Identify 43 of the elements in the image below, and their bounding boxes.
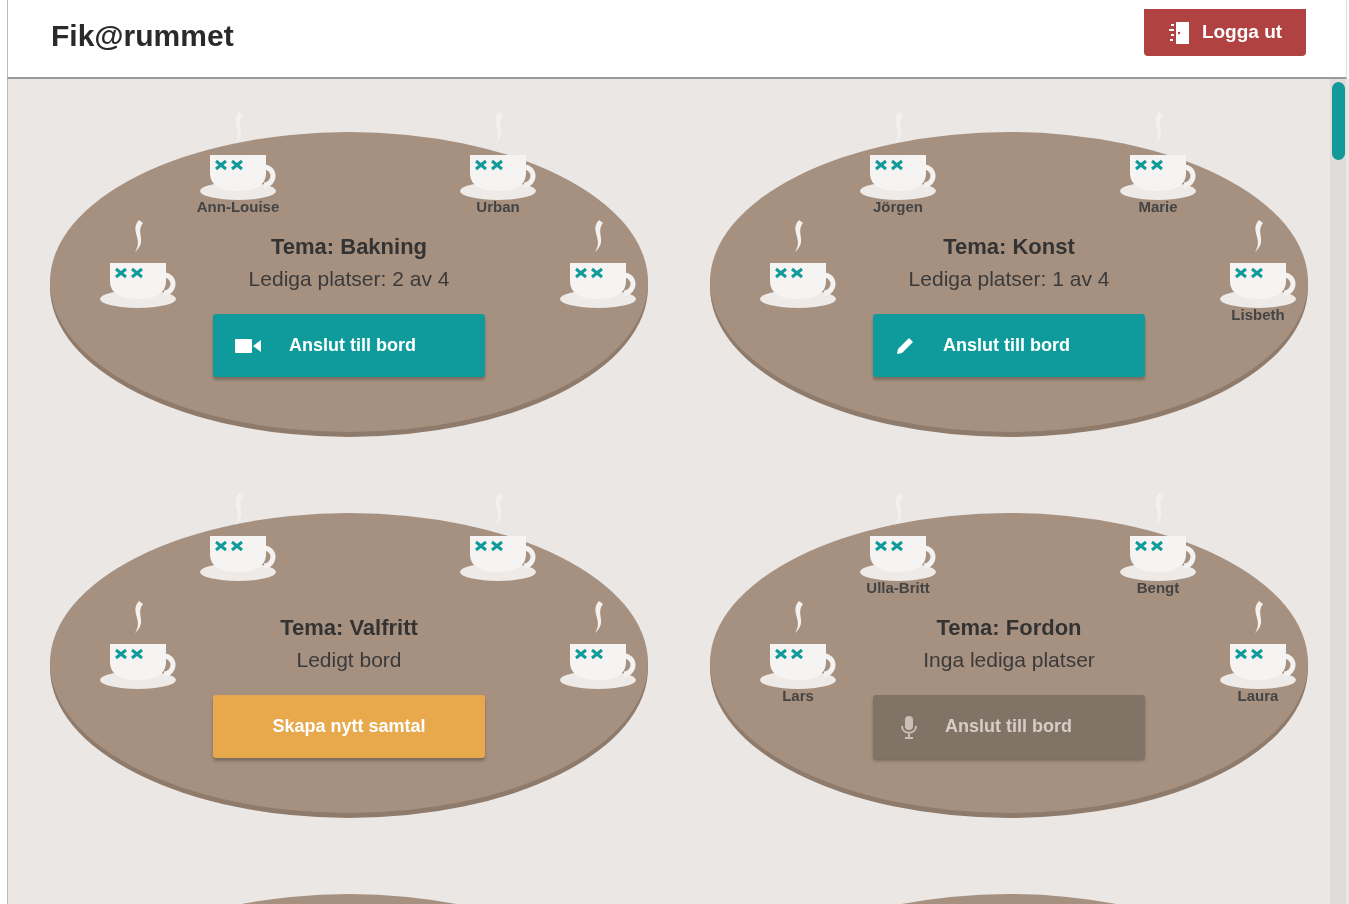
join-table-button[interactable]: Anslut till bord: [873, 314, 1145, 377]
video-camera-icon: [235, 337, 261, 354]
coffee-cup-icon: [758, 220, 838, 308]
microphone-icon: [901, 714, 917, 739]
table-theme: Tema: Konst: [943, 233, 1075, 261]
coffee-cup-icon: [758, 601, 838, 689]
guest-name: Ann-Louise: [196, 197, 280, 217]
coffee-cup-icon: [98, 220, 178, 308]
coffee-cup-icon: [98, 601, 178, 689]
pencil-icon: [895, 335, 915, 356]
coffee-cup-icon: [558, 601, 638, 689]
guest-name: Lisbeth: [1231, 305, 1285, 325]
join-table-button[interactable]: Anslut till bord: [213, 314, 485, 377]
coffee-cup-icon: [1218, 220, 1298, 308]
seat-availability: Ledigt bord: [296, 647, 402, 673]
coffee-cup-icon: [1218, 601, 1298, 689]
coffee-cup-icon: [458, 112, 538, 200]
coffee-cup-icon: [1118, 112, 1198, 200]
coffee-cup-icon: [458, 493, 538, 581]
coffee-cup-icon: [198, 112, 278, 200]
table-theme: Tema: Valfritt: [280, 614, 418, 642]
table-theme: Tema: Bakning: [270, 233, 428, 261]
seat-availability: Inga lediga platser: [923, 647, 1095, 673]
seat-availability: Lediga platser: 1 av 4: [908, 266, 1110, 292]
guest-name: Marie: [1138, 197, 1178, 217]
logout-button[interactable]: Logga ut: [1144, 9, 1306, 56]
coffee-cup-icon: [198, 493, 278, 581]
guest-name: Bengt: [1136, 578, 1180, 598]
table-theme: Tema: Fordon: [936, 614, 1082, 642]
guest-name: Urban: [476, 197, 520, 217]
app-title: Fik@rummet: [51, 18, 234, 54]
guest-name: Jörgen: [873, 197, 923, 217]
guest-name: Laura: [1237, 686, 1279, 706]
create-conversation-button[interactable]: Skapa nytt samtal: [213, 695, 485, 758]
coffee-cup-icon: [858, 493, 938, 581]
coffee-cup-icon: [1118, 493, 1198, 581]
guest-name: Ulla-Britt: [866, 578, 930, 598]
guest-name: Lars: [782, 686, 814, 706]
seat-availability: Lediga platser: 2 av 4: [248, 266, 450, 292]
coffee-cup-icon: [858, 112, 938, 200]
exit-door-icon: [1167, 20, 1190, 45]
coffee-cup-icon: [558, 220, 638, 308]
scrollbar[interactable]: [1330, 79, 1346, 904]
